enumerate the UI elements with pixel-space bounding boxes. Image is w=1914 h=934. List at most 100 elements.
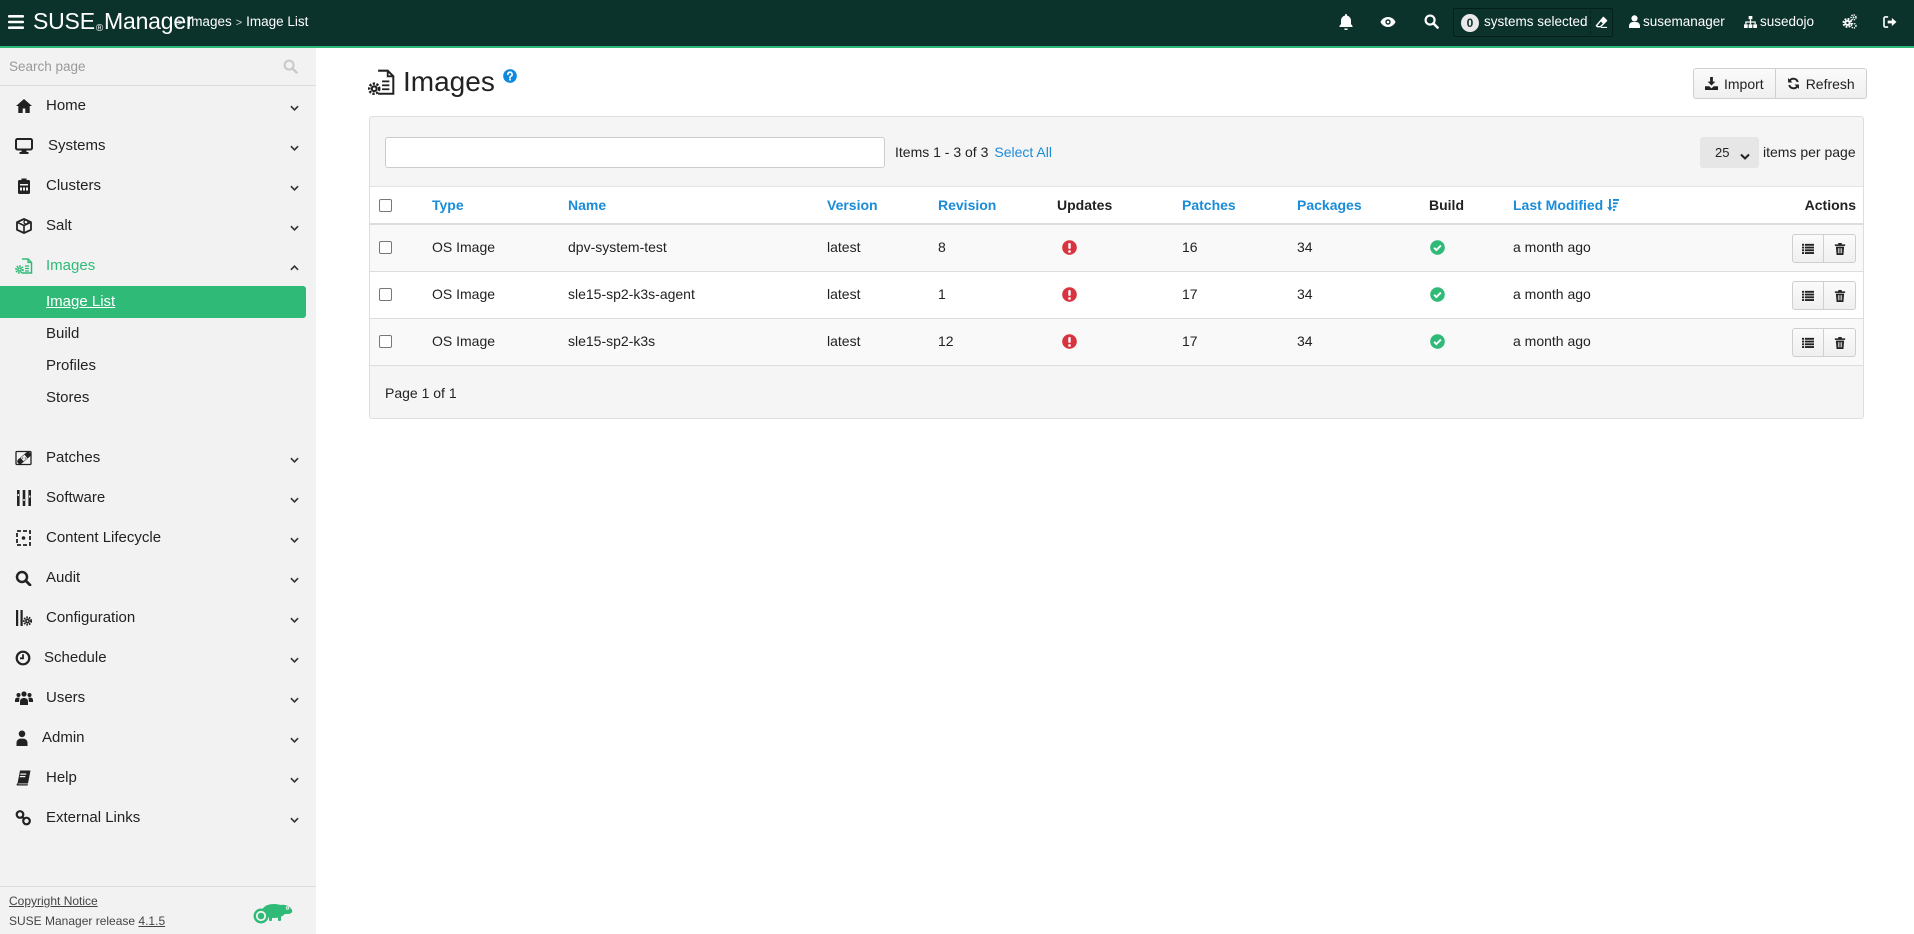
sidebar-item-audit[interactable]: Audit bbox=[0, 558, 316, 598]
import-button[interactable]: Import bbox=[1693, 68, 1776, 99]
chevron-down-icon[interactable] bbox=[290, 491, 299, 503]
chevron-down-icon[interactable] bbox=[290, 811, 299, 823]
sidebar-item-images[interactable]: Images bbox=[0, 246, 316, 286]
sign-out-icon[interactable] bbox=[1883, 15, 1899, 31]
username-link[interactable]: susemanager bbox=[1643, 14, 1725, 29]
sidebar-item-clusters[interactable]: Clusters bbox=[0, 166, 316, 206]
chevron-down-icon[interactable] bbox=[290, 691, 299, 703]
column-header-patches[interactable]: Patches bbox=[1182, 187, 1236, 223]
organization-link[interactable]: susedojo bbox=[1760, 14, 1814, 29]
cell-name: sle15-sp2-k3s-agent bbox=[568, 286, 695, 302]
column-header-version[interactable]: Version bbox=[827, 187, 878, 223]
cell-name: sle15-sp2-k3s bbox=[568, 333, 656, 349]
chevron-down-icon[interactable] bbox=[290, 139, 299, 151]
select-all-checkbox[interactable] bbox=[379, 199, 392, 212]
bars-icon[interactable] bbox=[8, 15, 24, 29]
details-button[interactable] bbox=[1792, 328, 1824, 357]
search-icon[interactable] bbox=[1424, 14, 1440, 30]
release-version-link[interactable]: 4.1.5 bbox=[138, 914, 165, 928]
column-header-type[interactable]: Type bbox=[432, 187, 464, 223]
copyright-notice-link[interactable]: Copyright Notice bbox=[9, 894, 98, 908]
sidebar-item-salt[interactable]: Salt bbox=[0, 206, 316, 246]
details-button[interactable] bbox=[1792, 234, 1824, 263]
column-header-last-modified[interactable]: Last Modified bbox=[1513, 187, 1620, 223]
column-header-name[interactable]: Name bbox=[568, 187, 606, 223]
chevron-down-icon[interactable] bbox=[290, 611, 299, 623]
sidebar-item-users[interactable]: Users bbox=[0, 678, 316, 718]
column-header-revision[interactable]: Revision bbox=[938, 187, 996, 223]
list-icon bbox=[1802, 290, 1814, 301]
details-button[interactable] bbox=[1792, 281, 1824, 310]
sidebar-item-external-links[interactable]: External Links bbox=[0, 798, 316, 838]
column-header-updates: Updates bbox=[1057, 197, 1113, 213]
eye-icon[interactable] bbox=[1380, 15, 1396, 31]
column-header-packages[interactable]: Packages bbox=[1297, 187, 1362, 223]
breadcrumb-images[interactable]: Images bbox=[187, 14, 231, 29]
row-actions bbox=[1792, 234, 1856, 263]
sidebar-subitem-stores[interactable]: Stores bbox=[0, 382, 316, 414]
search-icon[interactable] bbox=[283, 59, 298, 74]
systems-selected-button[interactable]: 0 systems selected bbox=[1453, 8, 1613, 37]
sidebar-subitem-profiles[interactable]: Profiles bbox=[0, 350, 316, 382]
filter-input[interactable] bbox=[385, 137, 885, 168]
sidebar-item-label: Home bbox=[46, 97, 87, 114]
sidebar-item-label: Audit bbox=[46, 569, 81, 586]
sidebar-item-help[interactable]: Help bbox=[0, 758, 316, 798]
image-table: Type Name Version Revision Updates Patch… bbox=[370, 186, 1863, 366]
chevron-down-icon[interactable] bbox=[290, 451, 299, 463]
sidebar-item-content-lifecycle[interactable]: Content Lifecycle bbox=[0, 518, 316, 558]
refresh-button[interactable]: Refresh bbox=[1775, 68, 1867, 99]
images-icon bbox=[15, 258, 33, 274]
software-icon bbox=[15, 490, 33, 506]
eraser-icon[interactable] bbox=[1595, 16, 1608, 29]
cogs-icon[interactable] bbox=[1842, 14, 1858, 30]
sidebar-item-software[interactable]: Software bbox=[0, 478, 316, 518]
items-count: Items 1 - 3 of 3 bbox=[895, 144, 989, 160]
row-checkbox[interactable] bbox=[379, 288, 392, 301]
refresh-label: Refresh bbox=[1805, 75, 1855, 92]
search-page-input[interactable] bbox=[0, 48, 280, 85]
sidebar-item-configuration[interactable]: Configuration bbox=[0, 598, 316, 638]
chevron-down-icon[interactable] bbox=[290, 771, 299, 783]
delete-button[interactable] bbox=[1824, 328, 1856, 357]
list-icon bbox=[1802, 243, 1814, 254]
row-checkbox[interactable] bbox=[379, 335, 392, 348]
sidebar-item-label: Images bbox=[46, 257, 96, 274]
sidebar-subitem-image-list[interactable]: Image List bbox=[0, 286, 306, 318]
chevron-down-icon[interactable] bbox=[290, 179, 299, 191]
chevron-up-icon[interactable] bbox=[290, 259, 299, 271]
chevron-down-icon[interactable] bbox=[290, 219, 299, 231]
column-header-label: Last Modified bbox=[1513, 197, 1604, 213]
chevron-down-icon[interactable] bbox=[290, 571, 299, 583]
images-submenu: Image List Build Profiles Stores bbox=[0, 286, 316, 438]
cell-patches: 17 bbox=[1182, 333, 1198, 349]
bell-icon[interactable] bbox=[1339, 14, 1355, 31]
sidebar-item-label: Systems bbox=[48, 137, 106, 154]
question-circle-icon[interactable] bbox=[503, 69, 517, 83]
delete-button[interactable] bbox=[1824, 281, 1856, 310]
cell-packages: 34 bbox=[1297, 333, 1313, 349]
chevron-down-icon[interactable] bbox=[290, 731, 299, 743]
brand-logo[interactable]: SUSE®Manager bbox=[33, 8, 194, 35]
row-checkbox[interactable] bbox=[379, 241, 392, 254]
sidebar-item-label: Content Lifecycle bbox=[46, 529, 162, 546]
chevron-down-icon[interactable] bbox=[290, 531, 299, 543]
sidebar-item-schedule[interactable]: Schedule bbox=[0, 638, 316, 678]
book-icon bbox=[15, 770, 33, 786]
chevron-down-icon[interactable] bbox=[290, 651, 299, 663]
chevron-down-icon[interactable] bbox=[290, 99, 299, 111]
sidebar-item-admin[interactable]: Admin bbox=[0, 718, 316, 758]
sidebar-item-patches[interactable]: Patches bbox=[0, 438, 316, 478]
divider bbox=[1590, 11, 1591, 34]
user-icon bbox=[1629, 15, 1640, 31]
delete-button[interactable] bbox=[1824, 234, 1856, 263]
sidebar-item-systems[interactable]: Systems bbox=[0, 126, 316, 166]
sidebar-item-home[interactable]: Home bbox=[0, 86, 316, 126]
items-per-page-select[interactable]: 25 bbox=[1700, 137, 1759, 168]
cell-revision: 8 bbox=[938, 239, 946, 255]
select-all-link[interactable]: Select All bbox=[994, 144, 1052, 160]
configuration-icon bbox=[15, 610, 33, 626]
sidebar-subitem-build[interactable]: Build bbox=[0, 318, 316, 350]
registered-mark: ® bbox=[95, 23, 104, 34]
sidebar-item-label: Salt bbox=[46, 217, 72, 234]
